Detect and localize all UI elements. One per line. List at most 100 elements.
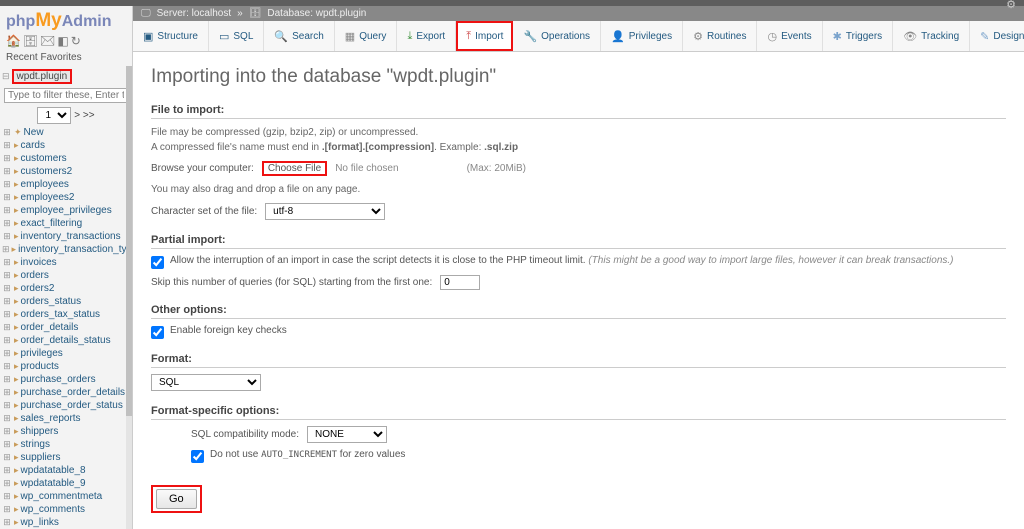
tree-item[interactable]: ⊞✦New [2, 126, 132, 139]
tab-events[interactable]: ◷Events [757, 21, 822, 51]
expand-icon[interactable]: ⊞ [2, 413, 12, 424]
breadcrumb-server[interactable]: Server: localhost [157, 8, 231, 19]
expand-icon[interactable]: ⊞ [2, 465, 12, 476]
tree-item[interactable]: ⊞▸purchase_order_details [2, 386, 132, 399]
go-button[interactable]: Go [156, 489, 197, 509]
skip-input[interactable] [440, 275, 480, 290]
autoinc-checkbox[interactable] [191, 450, 204, 463]
breadcrumb-db[interactable]: Database: wpdt.plugin [267, 8, 366, 19]
expand-icon[interactable]: ⊞ [2, 153, 12, 164]
expand-icon[interactable]: ⊞ [2, 426, 12, 437]
tree-item[interactable]: ⊞▸wp_links [2, 516, 132, 529]
tree-item[interactable]: ⊞▸employees2 [2, 191, 132, 204]
tree-item[interactable]: ⊞▸strings [2, 438, 132, 451]
tree-item[interactable]: ⊞▸wpdatatable_8 [2, 464, 132, 477]
expand-icon[interactable]: ⊞ [2, 296, 12, 307]
tree-item[interactable]: ⊞▸wp_comments [2, 503, 132, 516]
expand-icon[interactable]: ⊞ [2, 374, 12, 385]
tab-routines[interactable]: ⚙Routines [683, 21, 757, 51]
expand-icon[interactable]: ⊞ [2, 452, 12, 463]
expand-icon[interactable]: ⊞ [2, 218, 12, 229]
allow-interrupt-checkbox[interactable] [151, 256, 164, 269]
expand-icon[interactable]: ⊞ [2, 348, 12, 359]
expand-icon[interactable]: ⊞ [2, 192, 12, 203]
tree-item[interactable]: ⊞▸purchase_order_status [2, 399, 132, 412]
tab-triggers[interactable]: ✱Triggers [823, 21, 894, 51]
tree-item[interactable]: ⊞▸products [2, 360, 132, 373]
fk-checkbox[interactable] [151, 326, 164, 339]
tree-item[interactable]: ⊞▸shippers [2, 425, 132, 438]
tab-sql[interactable]: ▭SQL [209, 21, 264, 51]
tab-structure[interactable]: ▣Structure [133, 21, 209, 51]
collapse-icon[interactable]: ⊟ [2, 71, 10, 82]
expand-icon[interactable]: ⊞ [2, 504, 12, 515]
expand-icon[interactable]: ⊞ [2, 322, 12, 333]
tree-item[interactable]: ⊞▸exact_filtering [2, 217, 132, 230]
settings-gear-icon[interactable]: ⚙ [1006, 0, 1016, 11]
tree-item[interactable]: ⊞▸suppliers [2, 451, 132, 464]
tab-operations[interactable]: 🔧Operations [513, 21, 601, 51]
sidebar-scrollbar[interactable] [126, 66, 132, 416]
tree-item[interactable]: ⊞▸wpdatatable_9 [2, 477, 132, 490]
sidebar-icon-row[interactable]: 🏠🗄✉◧↻ [0, 32, 132, 52]
tree-item[interactable]: ⊞▸customers [2, 152, 132, 165]
expand-icon[interactable]: ⊞ [2, 478, 12, 489]
expand-icon[interactable]: ⊞ [2, 439, 12, 450]
tree-pager[interactable]: 1 > >> [0, 105, 132, 126]
tab-label: Search [292, 31, 324, 42]
tree-item[interactable]: ⊞▸privileges [2, 347, 132, 360]
tree-item[interactable]: ⊞▸inventory_transaction_types [2, 243, 132, 256]
tree-item[interactable]: ⊞▸sales_reports [2, 412, 132, 425]
expand-icon[interactable]: ⊞ [2, 244, 10, 255]
expand-icon[interactable]: ⊞ [2, 309, 12, 320]
tree-item[interactable]: ⊞▸employees [2, 178, 132, 191]
tree-item[interactable]: ⊞▸orders [2, 269, 132, 282]
tree-item[interactable]: ⊞▸employee_privileges [2, 204, 132, 217]
tree-item[interactable]: ⊞▸wp_commentmeta [2, 490, 132, 503]
tab-query[interactable]: ▦Query [335, 21, 398, 51]
tree-item[interactable]: ⊞▸inventory_transactions [2, 230, 132, 243]
tree-item[interactable]: ⊞▸orders_status [2, 295, 132, 308]
tree-filter-input[interactable] [4, 88, 128, 103]
section-partial-import: Partial import: [151, 234, 1006, 249]
expand-icon[interactable]: ⊞ [2, 361, 12, 372]
expand-icon[interactable]: ⊞ [2, 517, 12, 528]
tree-item-label: wpdatatable_9 [21, 478, 86, 489]
tab-tracking[interactable]: 👁Tracking [893, 21, 970, 51]
choose-file-button[interactable]: Choose File [262, 161, 327, 176]
tree-item[interactable]: ⊞▸invoices [2, 256, 132, 269]
tree-item[interactable]: ⊞▸customers2 [2, 165, 132, 178]
expand-icon[interactable]: ⊞ [2, 140, 12, 151]
expand-icon[interactable]: ⊞ [2, 270, 12, 281]
db-selected[interactable]: wpdt.plugin [12, 69, 73, 84]
expand-icon[interactable]: ⊞ [2, 166, 12, 177]
tree-item[interactable]: ⊞▸orders2 [2, 282, 132, 295]
tab-privileges[interactable]: 👤Privileges [601, 21, 683, 51]
expand-icon[interactable]: ⊞ [2, 127, 12, 138]
format-select[interactable]: SQL [151, 374, 261, 391]
tab-icon: ◷ [767, 30, 777, 43]
tree-item[interactable]: ⊞▸cards [2, 139, 132, 152]
tree-item[interactable]: ⊞▸order_details_status [2, 334, 132, 347]
tab-export[interactable]: ⤓Export [397, 21, 456, 51]
tree-item-label: shippers [21, 426, 59, 437]
compat-select[interactable]: NONE [307, 426, 387, 443]
tree-item[interactable]: ⊞▸order_details [2, 321, 132, 334]
tab-search[interactable]: 🔍Search [264, 21, 334, 51]
tab-import[interactable]: ⤒Import [456, 21, 513, 51]
expand-icon[interactable]: ⊞ [2, 400, 12, 411]
tree-item[interactable]: ⊞▸purchase_orders [2, 373, 132, 386]
sidebar-subtabs[interactable]: Recent Favorites [0, 52, 132, 67]
page-select[interactable]: 1 [37, 107, 71, 124]
expand-icon[interactable]: ⊞ [2, 179, 12, 190]
expand-icon[interactable]: ⊞ [2, 491, 12, 502]
expand-icon[interactable]: ⊞ [2, 335, 12, 346]
tab-designer[interactable]: ✎Designer [970, 21, 1024, 51]
expand-icon[interactable]: ⊞ [2, 387, 12, 398]
expand-icon[interactable]: ⊞ [2, 205, 12, 216]
charset-select[interactable]: utf-8 [265, 203, 385, 220]
expand-icon[interactable]: ⊞ [2, 257, 12, 268]
expand-icon[interactable]: ⊞ [2, 231, 12, 242]
expand-icon[interactable]: ⊞ [2, 283, 12, 294]
tree-item[interactable]: ⊞▸orders_tax_status [2, 308, 132, 321]
